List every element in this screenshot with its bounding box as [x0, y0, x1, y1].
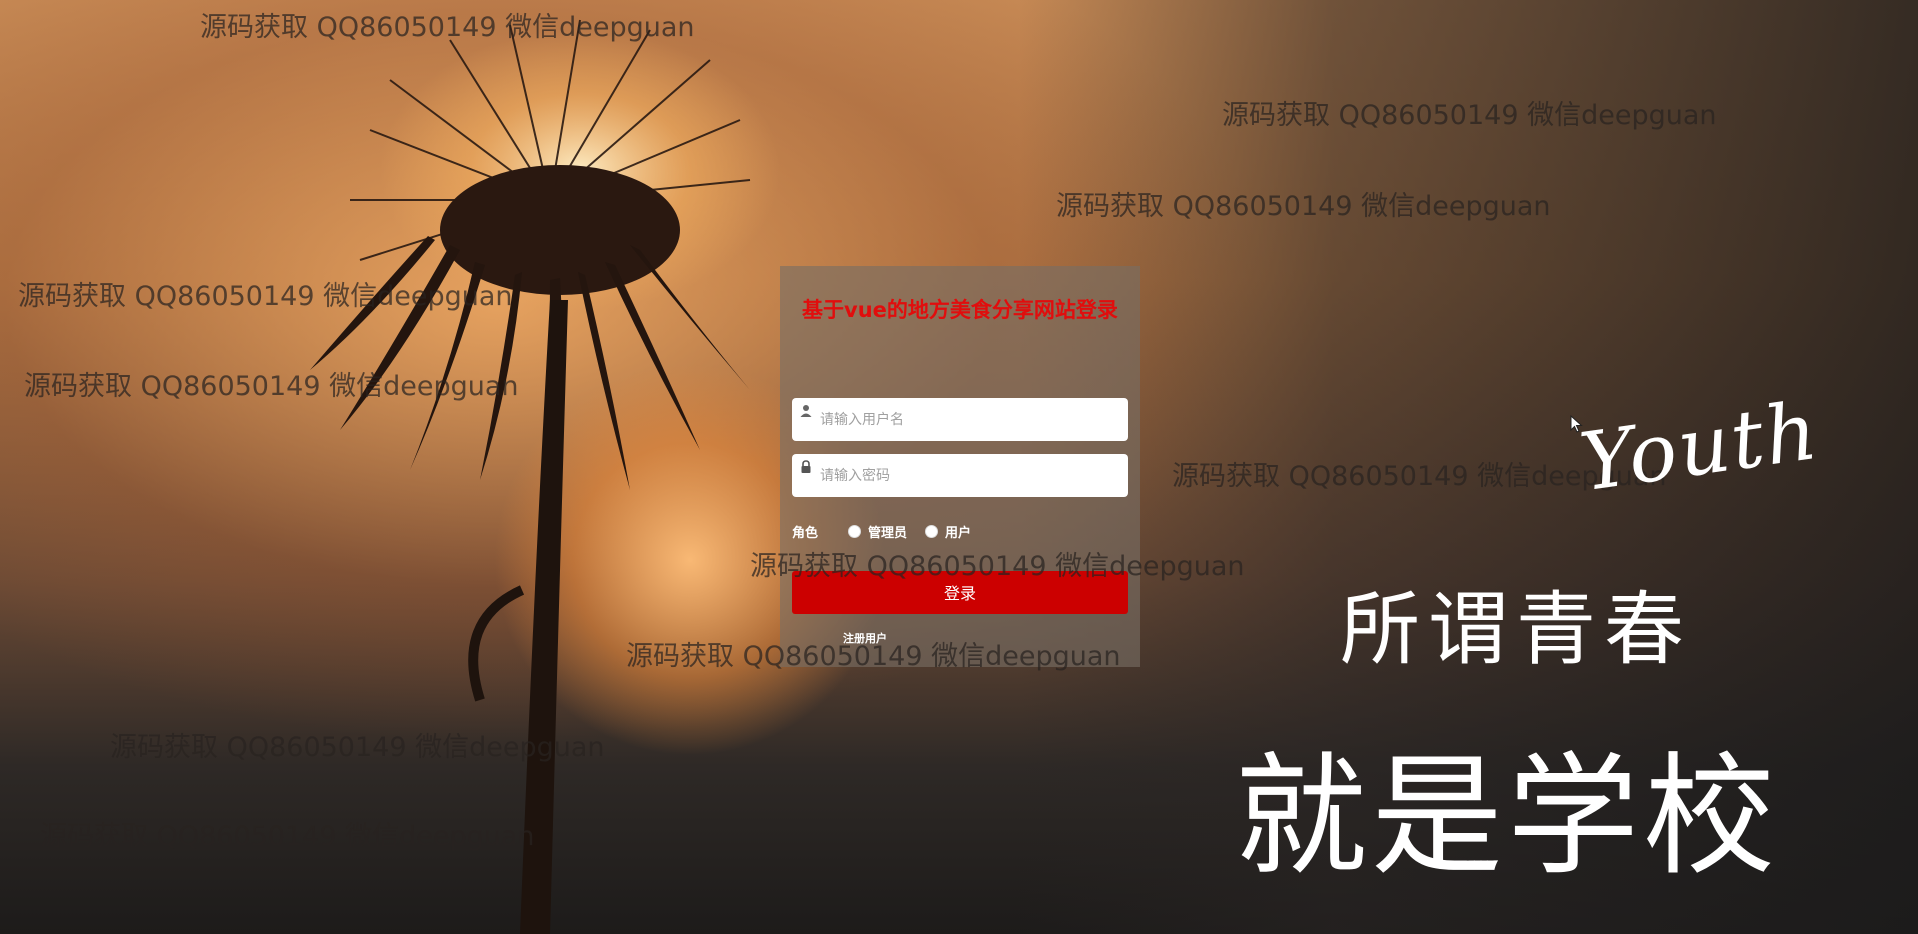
- mouse-cursor-icon: [1570, 415, 1583, 433]
- slogan-line-1: 所谓青春: [1340, 583, 1692, 676]
- watermark-text: 源码获取 QQ86050149 微信deepguan: [24, 371, 519, 402]
- watermark-text: 源码获取 QQ86050149 微信deepguan: [1222, 100, 1717, 131]
- watermark-text: 源码获取 QQ86050149 微信deepguan: [626, 641, 1121, 672]
- user-icon: [800, 405, 812, 417]
- slogan-line-2: 就是学校: [1235, 740, 1779, 894]
- watermark-text: 源码获取 QQ86050149 微信deepguan: [750, 551, 1245, 582]
- username-input[interactable]: [820, 398, 1120, 441]
- login-title: 基于vue的地方美食分享网站登录: [802, 298, 1118, 322]
- role-option-user[interactable]: 用户: [945, 522, 971, 541]
- watermark-text: 源码获取 QQ86050149 微信deepguan: [18, 281, 513, 312]
- watermark-text: 源码获取 QQ86050149 微信deepguan: [200, 12, 695, 43]
- role-radio-user[interactable]: [925, 524, 939, 538]
- watermark-text: 源码获取 QQ86050149 微信deepguan: [1056, 191, 1551, 222]
- password-input[interactable]: [820, 454, 1120, 497]
- login-page: 源码获取 QQ86050149 微信deepguan 源码获取 QQ860501…: [0, 0, 1918, 934]
- login-panel: 基于vue的地方美食分享网站登录 角色 管理员 用户 登录 注册用户: [780, 266, 1140, 667]
- password-field[interactable]: [792, 454, 1128, 497]
- lock-icon: [801, 460, 811, 473]
- role-selector: 角色 管理员 用户: [792, 521, 989, 541]
- role-label: 角色: [792, 525, 819, 541]
- username-field[interactable]: [792, 398, 1128, 441]
- role-radio-admin[interactable]: [848, 524, 861, 538]
- watermark-text: 源码获取 QQ86050149 微信deepguan: [40, 821, 535, 852]
- watermark-text: 源码获取 QQ86050149 微信deepguan: [110, 732, 605, 763]
- role-option-admin[interactable]: 管理员: [868, 522, 907, 541]
